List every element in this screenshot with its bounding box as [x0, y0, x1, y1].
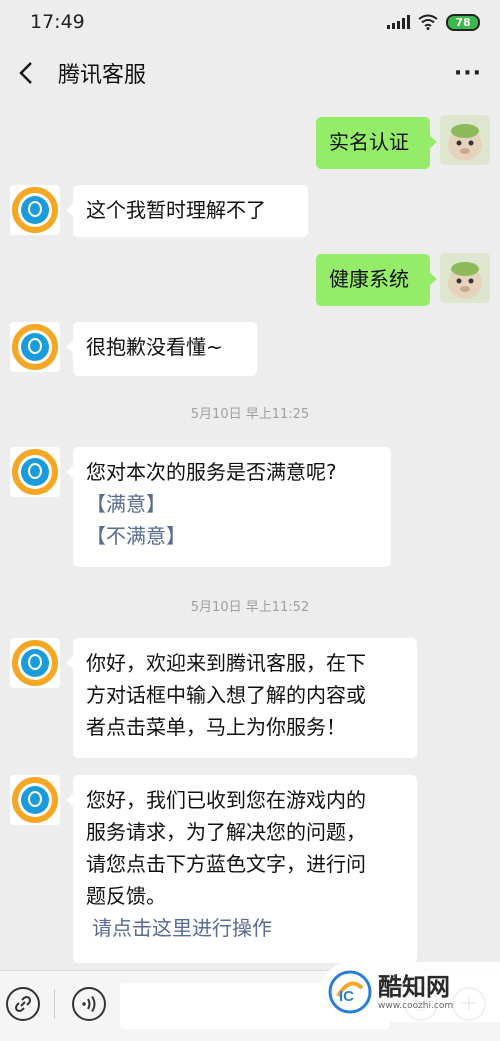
status-bar: 17:49 78 — [0, 0, 500, 44]
user-avatar[interactable] — [440, 115, 490, 165]
message-bubble-outgoing: 健康系统 — [316, 254, 437, 306]
menu-toggle-button[interactable] — [6, 987, 40, 1021]
message-text: 这个我暂时理解不了 — [86, 198, 266, 222]
voice-icon — [82, 995, 96, 1013]
message-line: 你好，欢迎来到腾讯客服，在下 — [86, 651, 366, 675]
option-satisfied-link[interactable]: 【满意】 — [86, 488, 379, 520]
message-text: 您对本次的服务是否满意呢? — [86, 460, 337, 484]
message-line: 服务请求，为了解决您的问题， — [86, 820, 366, 844]
message-text: 很抱歉没看懂~ — [86, 335, 223, 359]
watermark-logo-icon: IC — [328, 970, 372, 1014]
title-bar: 腾讯客服 ··· — [0, 44, 500, 102]
message-bubble-incoming: 您对本次的服务是否满意呢? 【满意】 【不满意】 — [66, 447, 391, 567]
watermark-name: 酷知网 — [378, 973, 450, 1001]
more-icon[interactable]: ··· — [454, 61, 482, 86]
message-line: 方对话框中输入想了解的内容或 — [86, 683, 366, 707]
message-bubble-incoming: 您好，我们已收到您在游戏内的 服务请求，为了解决您的问题， 请您点击下方蓝色文字… — [66, 775, 417, 963]
page-title: 腾讯客服 — [58, 63, 147, 88]
message-bubble-incoming: 你好，欢迎来到腾讯客服，在下 方对话框中输入想了解的内容或 者点击菜单，马上为你… — [66, 638, 417, 758]
watermark-text: 酷知网 www.coozhi.com — [378, 973, 453, 1011]
svg-text:IC: IC — [339, 988, 354, 1005]
status-icons: 78 — [387, 13, 480, 31]
wifi-icon — [418, 14, 438, 30]
message-text: 实名认证 — [329, 130, 409, 154]
user-avatar[interactable] — [440, 253, 490, 303]
message-line: 您好，我们已收到您在游戏内的 — [86, 788, 366, 812]
service-avatar[interactable] — [10, 185, 60, 235]
service-avatar[interactable] — [10, 322, 60, 372]
status-time: 17:49 — [30, 11, 85, 33]
message-bubble-incoming: 这个我暂时理解不了 — [66, 185, 308, 237]
voice-button[interactable] — [72, 987, 106, 1021]
message-text: 健康系统 — [329, 267, 409, 291]
battery-icon: 78 — [446, 13, 480, 31]
message-bubble-incoming: 很抱歉没看懂~ — [66, 322, 257, 376]
message-line: 者点击菜单，马上为你服务！ — [86, 715, 346, 739]
link-icon — [15, 996, 31, 1012]
message-line: 题反馈。 — [86, 884, 166, 908]
message-line: 请您点击下方蓝色文字，进行问 — [86, 852, 366, 876]
service-avatar[interactable] — [10, 447, 60, 497]
message-bubble-outgoing: 实名认证 — [316, 117, 437, 169]
service-avatar[interactable] — [10, 638, 60, 688]
back-icon[interactable] — [18, 60, 44, 86]
service-avatar[interactable] — [10, 775, 60, 825]
timestamp: 5月10日 早上11:52 — [190, 600, 310, 615]
feedback-link[interactable]: 请点击这里进行操作 — [86, 912, 405, 944]
signal-icon — [387, 15, 410, 29]
watermark-url: www.coozhi.com — [378, 1001, 454, 1011]
watermark: IC 酷知网 www.coozhi.com — [320, 962, 500, 1022]
option-unsatisfied-link[interactable]: 【不满意】 — [86, 520, 379, 552]
timestamp: 5月10日 早上11:25 — [190, 407, 310, 422]
divider — [54, 989, 55, 1019]
